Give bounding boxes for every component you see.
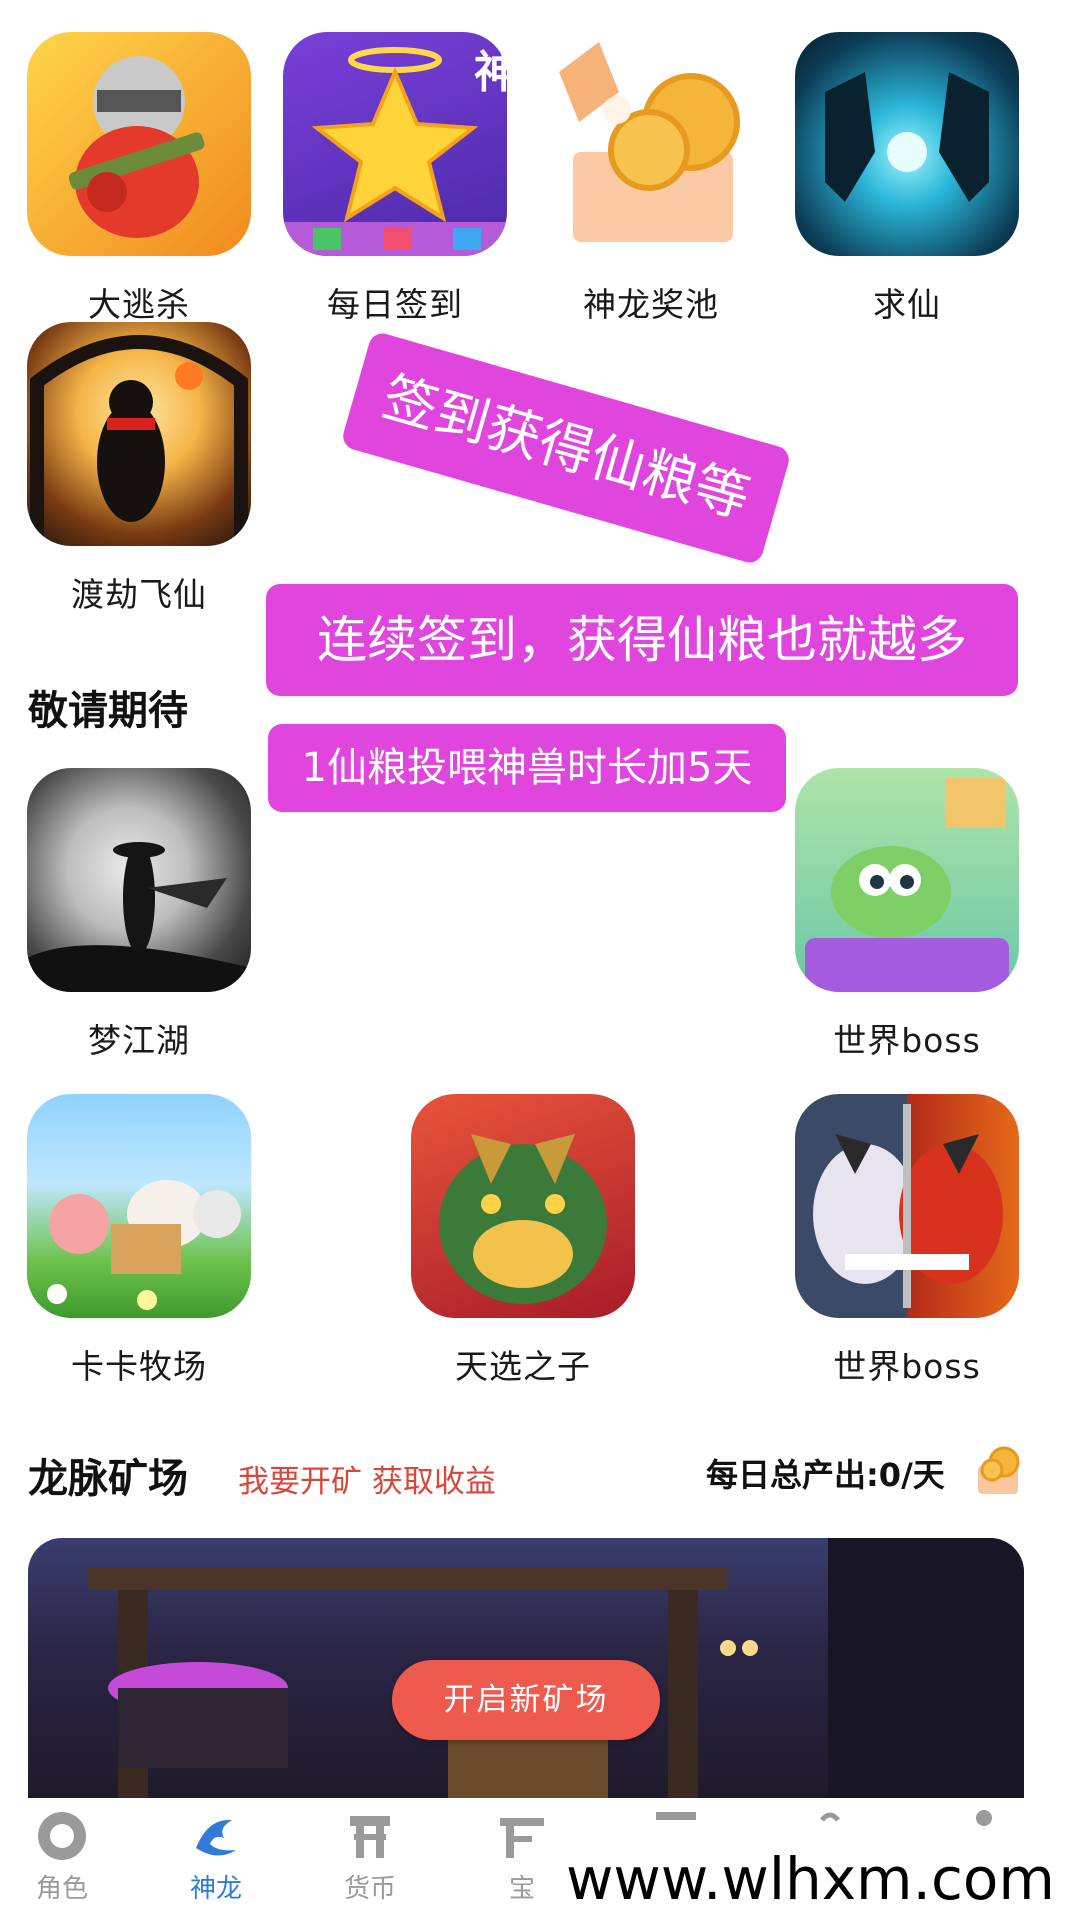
tab-dragon[interactable]: 神龙 (156, 1808, 276, 1905)
tab-label: 货币 (343, 1874, 396, 1904)
open-new-mine-button[interactable]: 开启新矿场 (392, 1660, 660, 1740)
coin-jackpot-icon (539, 32, 763, 256)
game-tile-dragon-jackpot[interactable]: 神龙奖池 (538, 32, 764, 326)
puzzle-tank-icon (795, 768, 1019, 992)
game-tile-kaka-ranch[interactable]: 卡卡牧场 (26, 1094, 252, 1388)
promo-banner-tilted: 签到获得仙粮等 (339, 330, 793, 566)
game-label: 卡卡牧场 (71, 1347, 207, 1386)
swordsman-moon-icon (27, 768, 251, 992)
tab-label: 神龙 (189, 1874, 242, 1904)
section-title-mine: 龙脉矿场 (28, 1456, 188, 1502)
game-label: 世界boss (833, 1347, 981, 1386)
daily-output: 每日总产出:0/天 (706, 1456, 945, 1494)
mine-subtitle-link[interactable]: 我要开矿 获取收益 (238, 1456, 496, 1501)
dragon-beast-icon (411, 1094, 635, 1318)
game-label: 神龙奖池 (583, 285, 719, 324)
game-label: 渡劫飞仙 (71, 575, 207, 614)
game-label: 世界boss (833, 1021, 981, 1060)
game-label: 梦江湖 (88, 1021, 190, 1060)
immortal-quest-icon (795, 32, 1019, 256)
game-label: 求仙 (873, 285, 941, 324)
farm-animals-icon (27, 1094, 251, 1318)
section-title-coming-soon: 敬请期待 (28, 688, 188, 734)
dragon-icon (188, 1808, 244, 1864)
demon-mask-icon (795, 1094, 1019, 1318)
watermark: www.wlhxm.com (556, 1842, 1065, 1916)
game-tile-world-boss-2[interactable]: 世界boss (794, 1094, 1020, 1388)
tribulation-icon (27, 322, 251, 546)
game-tile-world-boss-1[interactable]: 世界boss (794, 768, 1020, 1062)
coin-chest-icon (974, 1444, 1022, 1498)
game-tile-chosen-one[interactable]: 天选之子 (410, 1094, 636, 1388)
promo-banner-small: 1仙粮投喂神兽时长加5天 (268, 724, 786, 812)
game-tile-tribulation[interactable]: 渡劫飞仙 (26, 322, 252, 616)
game-tile-seek-immortal[interactable]: 求仙 (794, 32, 1020, 326)
game-label: 天选之子 (455, 1347, 591, 1386)
promo-banner-wide: 连续签到，获得仙粮也就越多 (266, 584, 1018, 696)
tab-currency[interactable]: 货币 (310, 1808, 430, 1905)
currency-icon (342, 1808, 398, 1864)
treasure-icon (494, 1808, 550, 1864)
game-label: 大逃杀 (88, 285, 190, 324)
tab-character[interactable]: 角色 (2, 1808, 122, 1905)
game-label: 每日签到 (327, 285, 463, 324)
tab-label: 角色 (35, 1874, 88, 1904)
battle-royale-icon (27, 32, 251, 256)
game-tile-dream-jianghu[interactable]: 梦江湖 (26, 768, 252, 1062)
character-icon (34, 1808, 90, 1864)
game-tile-battle-royale[interactable]: 大逃杀 (26, 32, 252, 326)
